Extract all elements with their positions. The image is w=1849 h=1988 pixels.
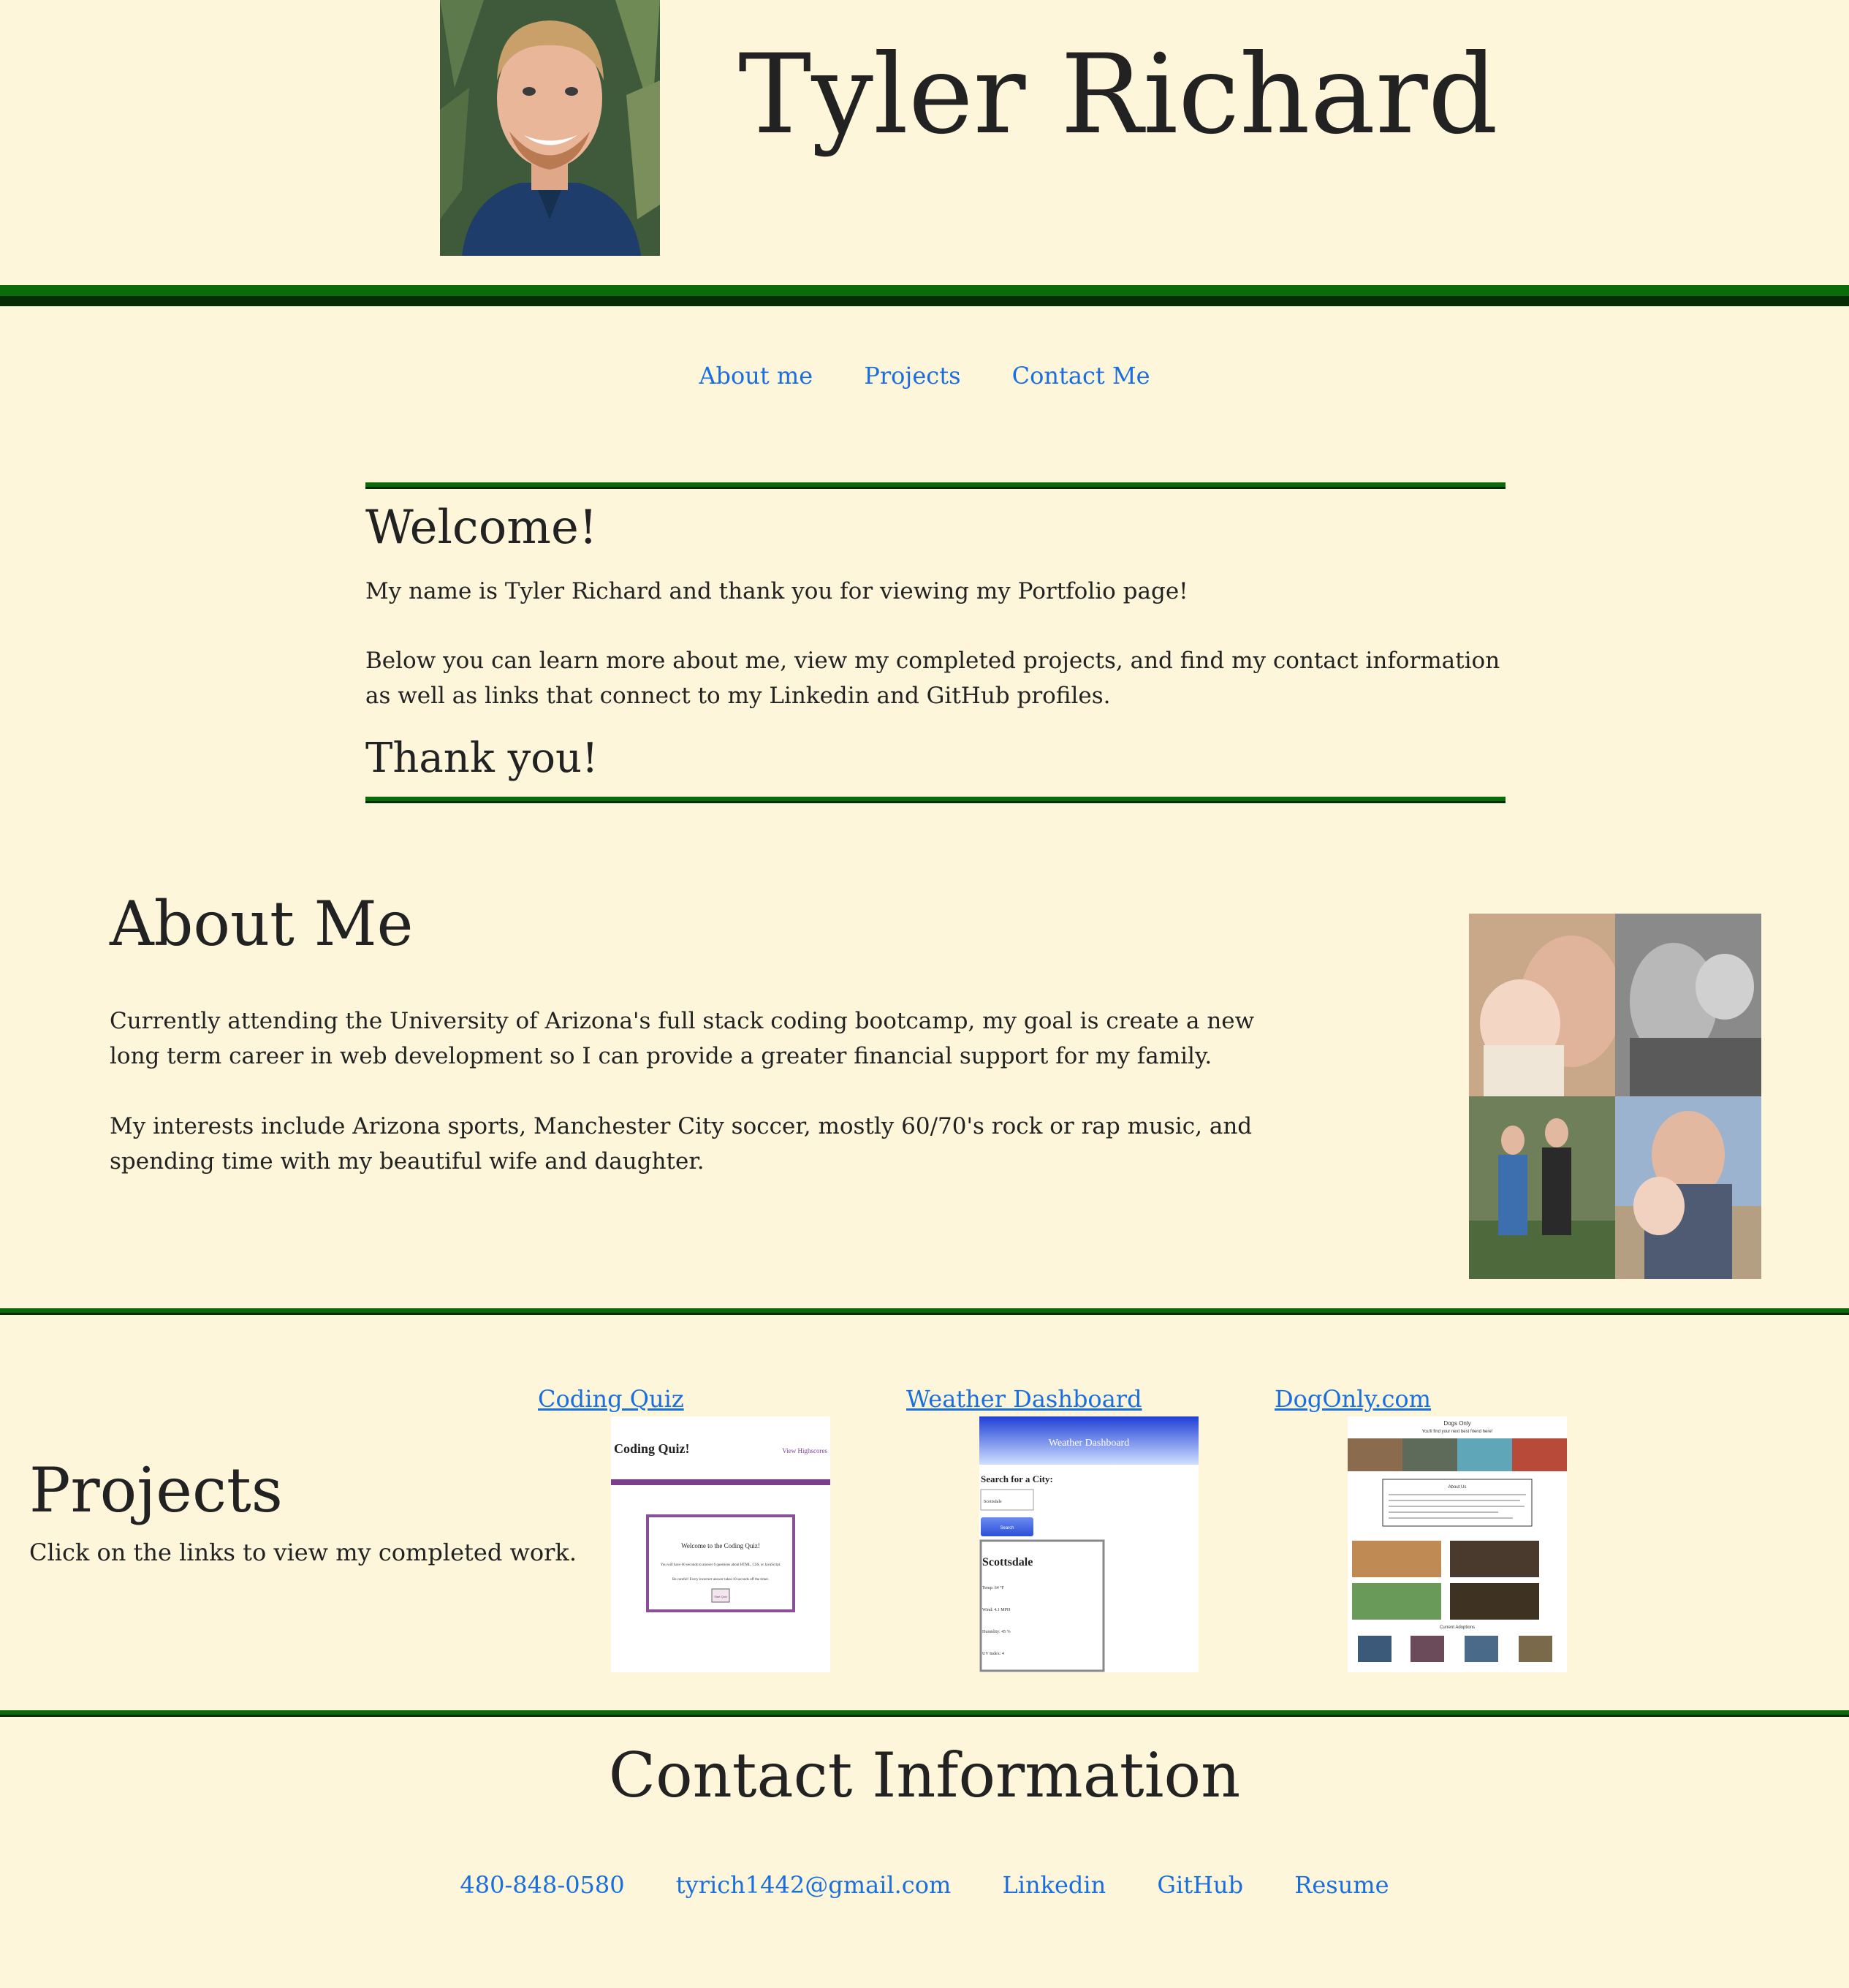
quiz-thumb-welcome: Welcome to the Coding Quiz! [681, 1542, 760, 1549]
welcome-top-divider [365, 482, 1506, 489]
weather-thumb-search-button: Search [1000, 1526, 1014, 1530]
contact-phone-link[interactable]: 480-848-0580 [460, 1871, 624, 1899]
dogonly-thumbnail[interactable]: Dogs Only You'll find your next best fri… [1348, 1416, 1567, 1672]
contact-heading: Contact Information [608, 1740, 1241, 1811]
dog-thumb-box-title: About Us [1449, 1485, 1467, 1490]
dog-thumb-title: Dogs Only [1443, 1420, 1470, 1427]
welcome-heading: Welcome! [365, 501, 598, 555]
header-divider [0, 285, 1849, 296]
nav-link-projects[interactable]: Projects [864, 362, 960, 390]
weather-dashboard-thumbnail[interactable]: Weather Dashboard Search for a City: Sco… [979, 1416, 1199, 1672]
dog-thumb-section: Current Adoptions [1440, 1625, 1475, 1630]
nav-link-about[interactable]: About me [699, 362, 813, 390]
contact-linkedin-link[interactable]: Linkedin [1002, 1871, 1106, 1899]
welcome-bottom-divider [365, 797, 1506, 803]
project-link-coding-quiz[interactable]: Coding Quiz [538, 1385, 684, 1413]
main-nav: About me Projects Contact Me [0, 362, 1849, 390]
about-interests-text: My interests include Arizona sports, Man… [110, 1113, 1253, 1175]
contact-resume-link[interactable]: Resume [1294, 1871, 1389, 1899]
weather-thumb-wind: Wind: 4.1 MPH [982, 1608, 1011, 1612]
about-heading: About Me [110, 888, 414, 960]
projects-subtitle: Click on the links to view my completed … [29, 1539, 577, 1566]
weather-thumb-uv: UV Index: 4 [982, 1652, 1004, 1656]
thank-you-heading: Thank you! [365, 735, 599, 782]
weather-thumb-title: Weather Dashboard [1049, 1438, 1129, 1449]
weather-thumb-search-label: Search for a City: [981, 1473, 1053, 1484]
header-divider-shadow [0, 296, 1849, 306]
family-photo-collage [1469, 914, 1761, 1279]
projects-heading: Projects [29, 1454, 283, 1526]
quiz-thumb-title: Coding Quiz! [614, 1441, 690, 1456]
welcome-description-text: Below you can learn more about me, view … [365, 648, 1500, 709]
weather-thumb-city: Scottsdale [982, 1556, 1033, 1568]
project-link-weather-dashboard[interactable]: Weather Dashboard [906, 1385, 1142, 1413]
site-title: Tyler Richard [738, 31, 1498, 159]
profile-photo [440, 0, 660, 256]
contact-links: 480-848-0580 tyrich1442@gmail.com Linked… [0, 1871, 1849, 1899]
projects-divider [0, 1710, 1849, 1717]
quiz-thumb-line: You will have 60 seconds to answer 6 que… [661, 1563, 781, 1567]
nav-link-contact[interactable]: Contact Me [1012, 362, 1150, 390]
about-goal-text: Currently attending the University of Ar… [110, 1008, 1255, 1069]
dog-thumb-tagline: You'll find your next best friend here! [1422, 1430, 1493, 1434]
welcome-intro-text: My name is Tyler Richard and thank you f… [365, 578, 1188, 604]
quiz-thumb-quote: Be careful! Every incorrect answer takes… [672, 1578, 769, 1582]
weather-thumb-temp: Temp: 64 °F [982, 1585, 1005, 1590]
quiz-thumb-start-button: Start Quiz [714, 1595, 727, 1598]
about-divider [0, 1308, 1849, 1315]
contact-github-link[interactable]: GitHub [1157, 1871, 1243, 1899]
project-link-dogonly[interactable]: DogOnly.com [1275, 1385, 1431, 1413]
quiz-thumb-highscores: View Highscores [782, 1447, 827, 1454]
contact-email-link[interactable]: tyrich1442@gmail.com [676, 1871, 952, 1899]
weather-thumb-humidity: Humidity: 45 % [982, 1630, 1011, 1634]
weather-thumb-input: Scottsdale [984, 1500, 1002, 1504]
coding-quiz-thumbnail[interactable]: Coding Quiz! View Highscores Welcome to … [611, 1416, 830, 1672]
